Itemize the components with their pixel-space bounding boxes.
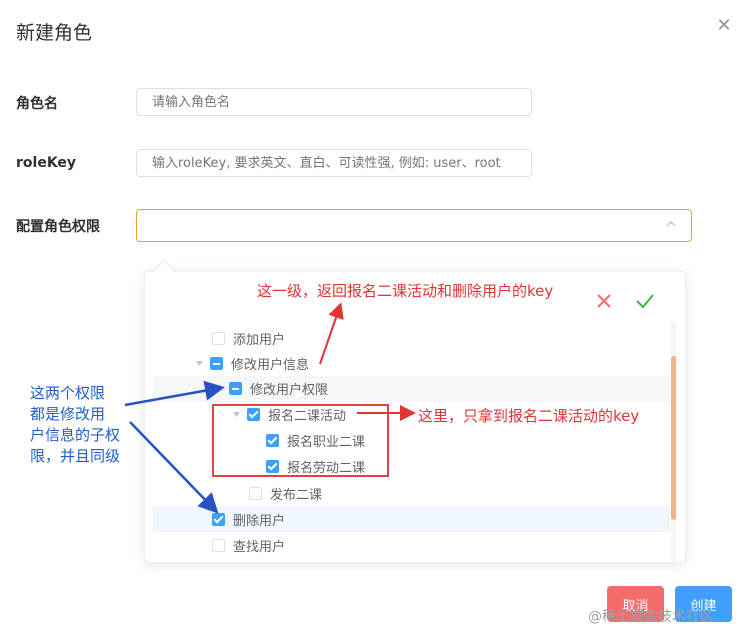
scrollbar-thumb[interactable] — [671, 356, 676, 520]
tree-node-edit-user-info[interactable]: 修改用户信息 — [195, 351, 309, 375]
permissions-select[interactable] — [136, 209, 692, 242]
tree-node-find-user[interactable]: 查找用户 — [212, 533, 285, 557]
role-key-label: roleKey — [16, 155, 77, 171]
checkbox[interactable] — [212, 331, 225, 345]
close-x-icon[interactable] — [594, 291, 614, 311]
checkbox[interactable] — [212, 512, 225, 526]
checkbox[interactable] — [212, 538, 225, 552]
tree-node-label: 发布二课 — [270, 487, 323, 503]
caret-down-icon[interactable] — [195, 359, 204, 368]
annotation-top: 这一级，返回报名二课活动和删除用户的key — [257, 282, 554, 300]
watermark: @稀土掘金技术社区 — [588, 609, 714, 625]
checkbox[interactable] — [249, 486, 262, 500]
tree-node-label: 删除用户 — [233, 513, 286, 529]
tree-node-add-user[interactable]: 添加用户 — [212, 326, 285, 350]
annotation-left-line: 户信息的子权 — [30, 426, 121, 444]
checkbox[interactable] — [210, 356, 223, 370]
annotation-left-line: 这两个权限 — [30, 384, 106, 402]
role-key-input[interactable] — [136, 149, 532, 177]
annotation-highlight-box — [212, 404, 389, 477]
tree-node-label: 修改用户权限 — [250, 382, 329, 398]
tree-node-label: 添加用户 — [233, 332, 286, 348]
annotation-left-line: 都是修改用 — [30, 405, 106, 423]
caret-down-icon[interactable] — [214, 384, 223, 393]
permissions-label: 配置角色权限 — [16, 219, 100, 235]
annotation-left: 这两个权限 都是修改用 户信息的子权 限，并且同级 — [30, 383, 120, 467]
tree-node-publish[interactable]: 发布二课 — [249, 481, 322, 505]
annotation-right: 这里，只拿到报名二课活动的key — [418, 407, 640, 425]
checkbox[interactable] — [229, 381, 242, 395]
role-name-label: 角色名 — [16, 96, 58, 112]
tree-node-edit-user-permission[interactable]: 修改用户权限 — [214, 376, 328, 400]
close-icon[interactable]: ✕ — [714, 16, 734, 36]
chevron-up-icon — [666, 220, 676, 227]
dialog-title: 新建角色 — [16, 22, 93, 44]
role-name-input[interactable] — [136, 88, 532, 116]
check-icon[interactable] — [634, 291, 656, 311]
tree-node-delete-user[interactable]: 删除用户 — [212, 507, 285, 531]
tree-node-label: 修改用户信息 — [231, 357, 310, 373]
annotation-left-line: 限，并且同级 — [30, 447, 121, 465]
tree-node-label: 查找用户 — [233, 539, 286, 555]
